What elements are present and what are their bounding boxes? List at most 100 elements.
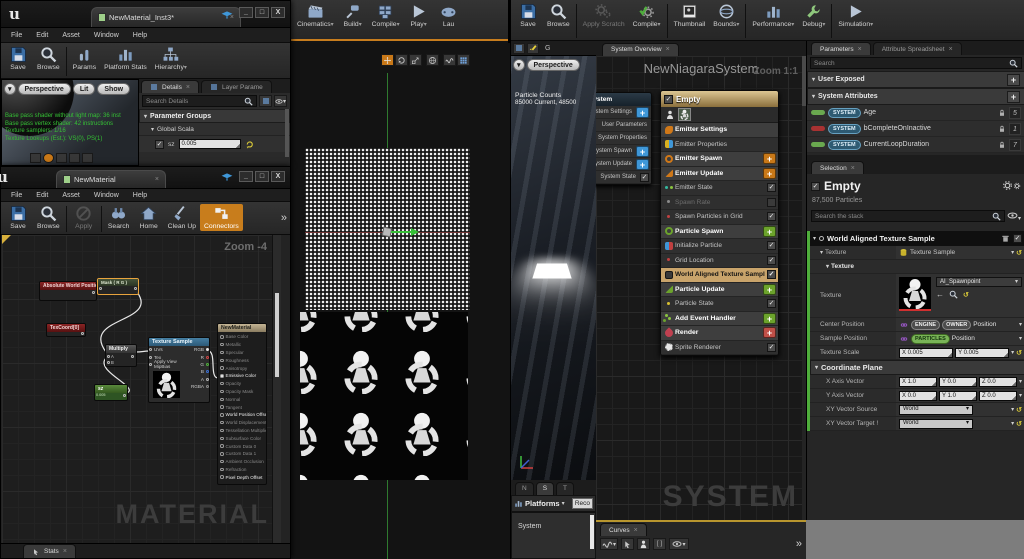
translate-gizmo[interactable] — [377, 223, 419, 241]
curve-type-icon[interactable]: ▾ — [600, 538, 618, 550]
system-node[interactable]: System System Settings + User Parameters Sy… — [596, 92, 652, 185]
sphere-shape-icon[interactable] — [43, 153, 54, 163]
emitter-row-add-event-handler[interactable]: Add Event Handler + — [661, 311, 778, 326]
chevron-down-icon[interactable]: ▾ — [359, 21, 362, 28]
toolbar-button-params[interactable]: Params — [69, 45, 100, 72]
toolbar-button-hierarchy[interactable]: Hierarchy ▾ — [151, 45, 191, 72]
emitter-node-empty[interactable]: ✓ Empty Emitter Settings Emitter Properti… — [660, 90, 779, 356]
chevron-down-icon[interactable]: ▾ — [870, 21, 873, 28]
tab-details[interactable]: Details × — [141, 80, 199, 93]
node-sz-parameter[interactable]: sz 0.005 — [94, 384, 128, 401]
attribute-row[interactable]: SYSTEM bCompleteOnInactive 1 — [807, 121, 1024, 137]
xy-target-dropdown[interactable]: World ▾ — [899, 418, 973, 429]
details-search-input[interactable]: Search Details — [142, 95, 257, 107]
cylinder-shape-icon[interactable] — [30, 153, 41, 163]
emitter-row-initialize-particle[interactable]: Initialize Particle ✓ — [661, 239, 778, 254]
scale-x-input[interactable]: X 0.005 — [899, 347, 954, 358]
chevron-down-icon[interactable]: ▾ — [1019, 321, 1022, 328]
module-checkbox[interactable]: ✓ — [767, 255, 776, 265]
material-output-pin[interactable]: Normal — [218, 395, 266, 403]
reco-button[interactable]: Reco — [571, 498, 593, 509]
edit-pencil-icon[interactable] — [527, 42, 539, 54]
tab-selection[interactable]: Selection × — [811, 161, 864, 174]
chevron-down-icon[interactable]: ▾ — [658, 21, 661, 28]
output-pin[interactable] — [206, 370, 209, 374]
emitter-row-render[interactable]: Render + — [661, 326, 778, 341]
toolbar-button-bounds[interactable]: Bounds ▾ — [709, 2, 743, 29]
input-pin[interactable] — [149, 362, 152, 366]
scale-tool-icon[interactable] — [409, 54, 422, 66]
emitter-row-sprite-renderer[interactable]: Sprite Renderer ✓ — [661, 340, 778, 355]
material-output-pin[interactable]: Roughness — [218, 356, 266, 364]
material-output-pin[interactable]: Tangent — [218, 403, 266, 411]
texture-sample-input[interactable]: UVs — [149, 346, 191, 353]
node-texcoord[interactable]: TexCoord[0] — [46, 323, 86, 337]
reset-icon[interactable]: ↺ — [1016, 420, 1022, 428]
material-output-pin[interactable]: Pixel Depth Offset — [218, 473, 266, 481]
toolbar-button-lau[interactable]: Lau — [434, 2, 464, 29]
toolbar-overflow-chevron[interactable]: » — [281, 212, 287, 224]
details-scrollbar[interactable] — [285, 109, 289, 157]
add-module-button[interactable]: + — [636, 145, 649, 157]
selection-enabled-checkbox[interactable]: ✓ — [811, 181, 820, 191]
reset-icon[interactable]: ↺ — [1016, 349, 1022, 357]
texture-thumbnail[interactable] — [899, 277, 931, 309]
add-module-button[interactable]: + — [636, 158, 649, 170]
material-output-pin[interactable]: Opacity — [218, 380, 266, 388]
toolbar-button-browse[interactable]: Browse — [33, 204, 64, 231]
tab-close-icon[interactable]: × — [155, 176, 159, 183]
chevron-down-icon[interactable]: ▾ — [1019, 392, 1022, 399]
world-local-icon[interactable] — [426, 54, 439, 66]
chevron-down-icon[interactable]: ▾ — [184, 64, 187, 71]
stack-search-input[interactable]: Search the stack — [811, 210, 1005, 222]
menu-item-edit[interactable]: Edit — [36, 32, 48, 39]
material-output-pin[interactable]: Specular — [218, 349, 266, 357]
add-module-button[interactable]: + — [763, 167, 776, 179]
emitter-row-emitter-update[interactable]: Emitter Update + — [661, 166, 778, 181]
scale-y-input[interactable]: Y 0.005 — [955, 347, 1010, 358]
material-output-pin[interactable]: Metallic — [218, 341, 266, 349]
tab-stats[interactable]: Stats × — [23, 544, 76, 558]
output-pin[interactable] — [131, 354, 134, 358]
material-output-pin[interactable]: World Position Offset — [218, 411, 266, 419]
show-button[interactable]: Show — [97, 83, 131, 95]
minimize-button[interactable]: _ — [239, 7, 253, 18]
menu-item-file[interactable]: File — [11, 32, 22, 39]
module-checkbox[interactable]: ✓ — [767, 270, 776, 280]
browse-to-asset-icon[interactable] — [949, 290, 958, 299]
toolbar-button-debug[interactable]: Debug ▾ — [798, 2, 829, 29]
xy-source-dropdown[interactable]: World ▾ — [899, 404, 973, 415]
chevron-down-icon[interactable]: ▾ — [397, 21, 400, 28]
output-pin[interactable] — [206, 355, 209, 359]
node-multiply[interactable]: Multiply A B — [105, 344, 137, 367]
add-module-button[interactable]: + — [763, 225, 776, 237]
add-module-button[interactable]: + — [763, 327, 776, 339]
coordinate-plane-header[interactable]: ▾ Coordinate Plane — [810, 360, 1024, 375]
toolbar-button-simulation[interactable]: Simulation ▾ — [834, 2, 877, 29]
tab-attribute-spreadsheet[interactable]: Attribute Spreadsheet × — [872, 42, 962, 55]
menu-item-file[interactable]: File — [11, 192, 22, 199]
input-b-pin[interactable] — [107, 360, 110, 364]
minimize-button[interactable]: _ — [239, 171, 253, 182]
system-node-row[interactable]: User Parameters — [596, 119, 651, 132]
attribute-row[interactable]: SYSTEM Age 5 — [807, 105, 1024, 121]
tab-system-overview[interactable]: System Overview × — [602, 42, 679, 56]
emitter-row-emitter-state[interactable]: Emitter State ✓ — [661, 181, 778, 196]
material-output-pin[interactable]: Refraction — [218, 466, 266, 474]
display-filter-icon[interactable] — [259, 95, 272, 107]
menu-item-help[interactable]: Help — [133, 32, 147, 39]
module-header[interactable]: ▾ World Aligned Texture Sample ✓ — [810, 231, 1024, 246]
chevron-down-icon[interactable]: ▾ — [1011, 349, 1014, 356]
z-input[interactable]: Z 0.0 — [979, 390, 1017, 401]
module-enabled-checkbox[interactable]: ✓ — [1013, 234, 1022, 243]
mi-titlebar[interactable]: u NewMaterial_Inst3* × _ □ X — [1, 1, 290, 28]
node-material-result[interactable]: NewMaterial Base Color Metallic Specular Ro… — [217, 323, 267, 485]
tab-s[interactable]: S — [535, 481, 555, 495]
emitter-row-particle-spawn[interactable]: Particle Spawn + — [661, 224, 778, 239]
chevron-down-icon[interactable]: ▾ — [1011, 249, 1014, 256]
menu-item-asset[interactable]: Asset — [62, 32, 80, 39]
select-keys-icon[interactable] — [621, 538, 634, 550]
material-output-pin[interactable]: Subsurface Color — [218, 434, 266, 442]
texture-sample-output[interactable]: B — [191, 368, 209, 375]
emitter-enabled-checkbox[interactable]: ✓ — [664, 94, 673, 104]
